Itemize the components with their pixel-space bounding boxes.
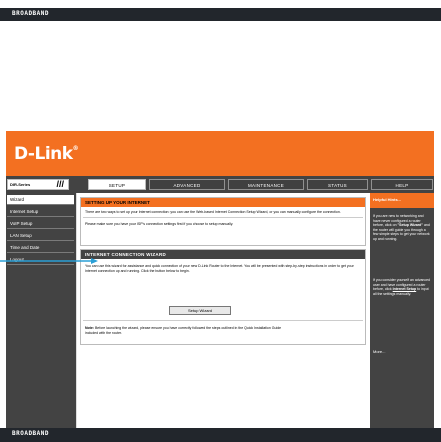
header-banner: D-Link® [6,131,434,176]
setup-intro-text: There are two ways to set up your Intern… [85,210,341,214]
brand-label: BROADBAND [12,430,50,437]
model-badge: DIR-Series /// [7,179,69,190]
section-title: INTERNET CONNECTION WIZARD [81,250,365,259]
slash-graphic-icon: /// [56,179,64,189]
setup-note-text: Please make sure you have your ISP's con… [85,222,234,226]
callout-arrow-icon [0,258,98,264]
sidebar: Wizard Internet Setup VoIP Setup LAN Set… [6,193,76,428]
top-brand-bar: BROADBAND [0,8,441,21]
wizard-note: Note: Before launching the wizard, pleas… [85,326,282,335]
wizard-intro-text: You can use this wizard for assistance a… [85,264,354,273]
tab-maintenance[interactable]: MAINTENANCE [228,179,304,190]
divider [83,320,363,321]
help-text-2: If you consider yourself an advanced use… [373,278,431,296]
tab-setup[interactable]: SETUP [88,179,146,190]
tab-advanced[interactable]: ADVANCED [149,179,225,190]
help-text-1: If you are new to networking and have ne… [373,214,430,241]
wizard-section: INTERNET CONNECTION WIZARD You can use t… [80,249,366,345]
dlink-logo: D-Link® [14,144,79,164]
tab-status[interactable]: STATUS [307,179,368,190]
help-title: Helpful Hints... [373,197,401,202]
setup-wizard-button[interactable]: Setup Wizard [169,306,231,315]
main-content: SETTING UP YOUR INTERNET There are two w… [76,193,371,428]
router-admin-panel: D-Link® DIR-Series /// SETUP ADVANCED MA… [0,131,434,428]
more-link[interactable]: More... [373,349,385,354]
sidebar-item-wizard[interactable]: Wizard [7,195,74,205]
setup-section: SETTING UP YOUR INTERNET There are two w… [80,197,366,246]
brand-label: BROADBAND [12,10,50,17]
sidebar-item-voip-setup[interactable]: VoIP Setup [7,219,74,229]
top-navigation: DIR-Series /// SETUP ADVANCED MAINTENANC… [6,176,434,193]
help-body: If you are new to networking and have ne… [370,208,434,428]
sidebar-item-lan-setup[interactable]: LAN Setup [7,231,74,241]
sidebar-item-internet-setup[interactable]: Internet Setup [7,207,74,217]
section-title: SETTING UP YOUR INTERNET [81,198,365,207]
help-column: Helpful Hints... If you are new to netwo… [370,193,434,428]
sidebar-item-time-and-date[interactable]: Time and Date [7,243,74,253]
bottom-brand-bar: BROADBAND [0,428,441,442]
tab-help[interactable]: HELP [371,179,433,190]
